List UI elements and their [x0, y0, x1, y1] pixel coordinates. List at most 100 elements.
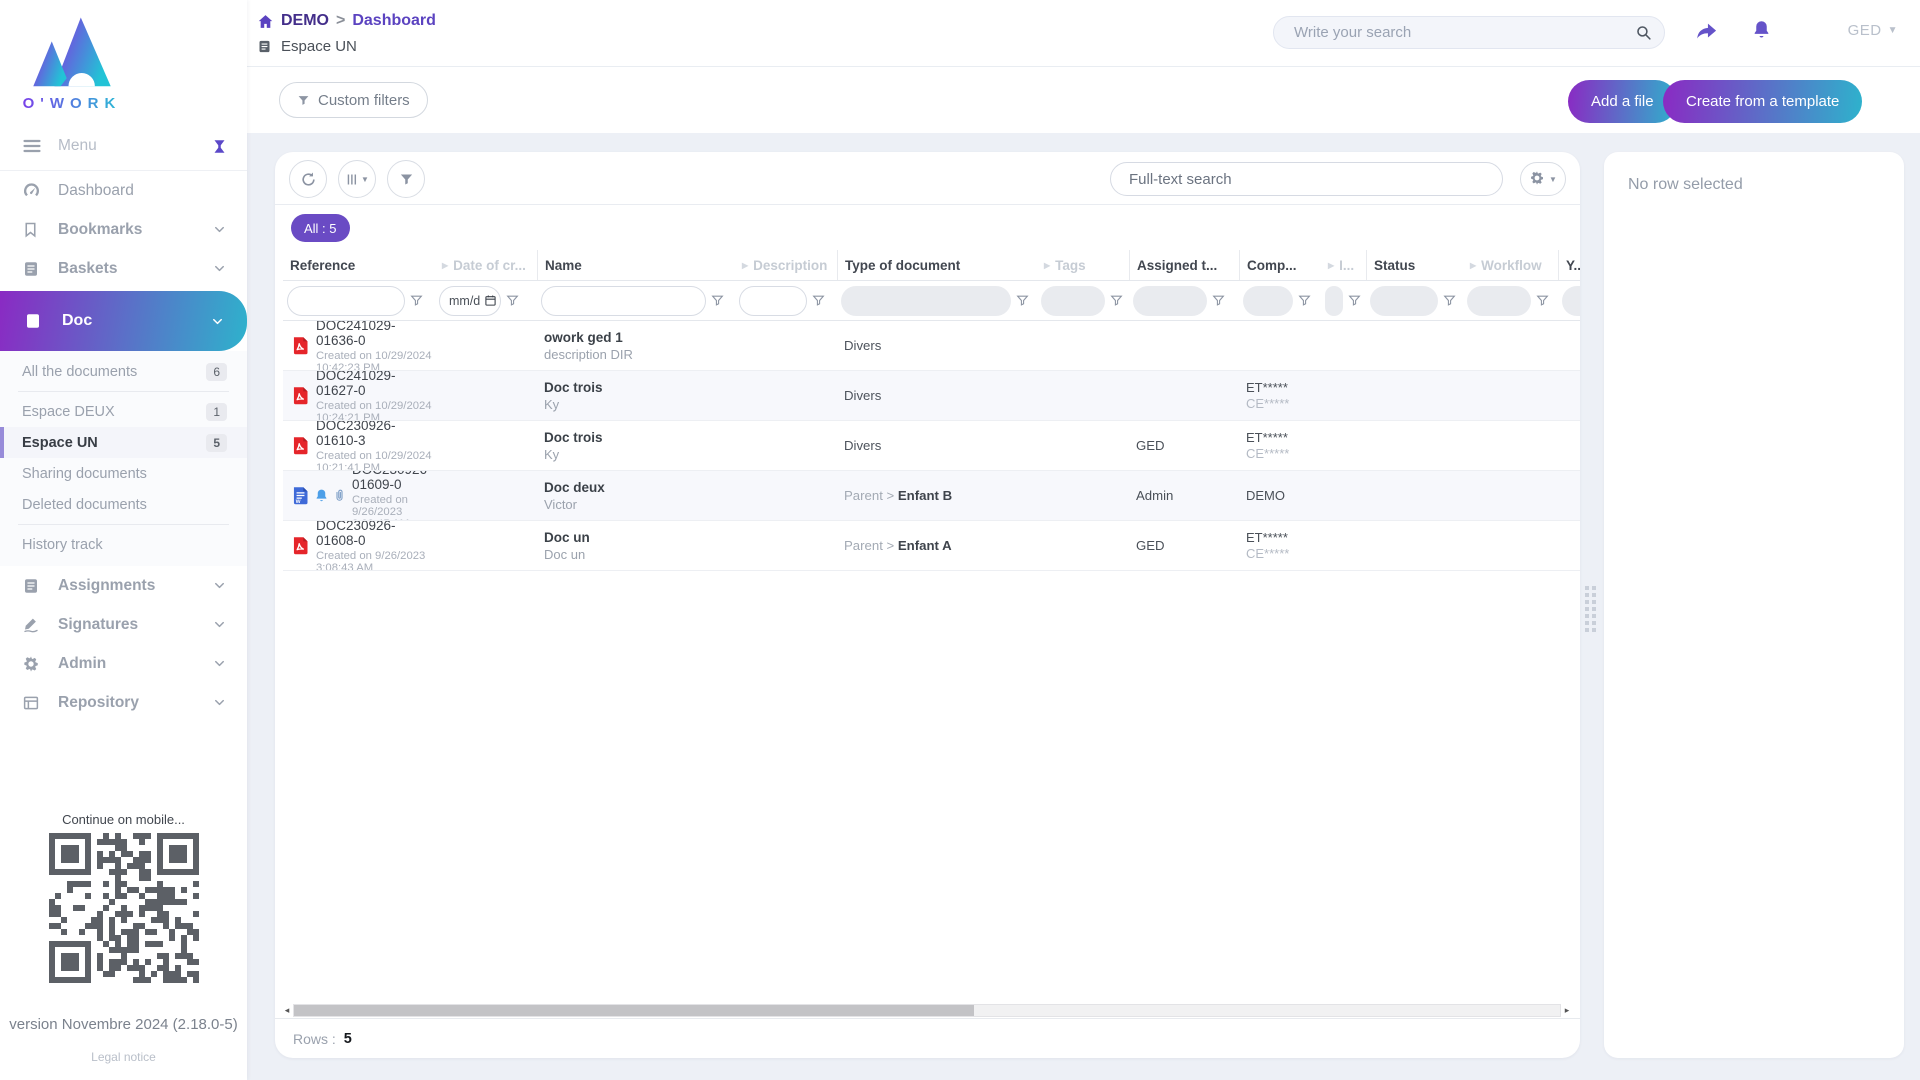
table-row[interactable]: DOC230926-01610-3Created on 10/29/2024 1…	[283, 421, 1580, 471]
expand-column-arrow-icon[interactable]: ▶	[442, 261, 448, 270]
assigned-to: Admin	[1136, 488, 1239, 503]
panel-resize-handle[interactable]	[1585, 586, 1596, 632]
column-header-date[interactable]: ▶Date of cr...	[435, 250, 537, 280]
filter-disabled-type	[841, 286, 1011, 316]
document-type: Parent > Enfant B	[844, 488, 1037, 503]
table-row[interactable]: wDOC230926-01609-0Created on 9/26/2023 3…	[283, 471, 1580, 521]
column-header-status[interactable]: Status	[1366, 250, 1463, 280]
all-filter-badge[interactable]: All : 5	[291, 214, 350, 242]
table-row[interactable]: DOC241029-01627-0Created on 10/29/2024 1…	[283, 371, 1580, 421]
global-search-input[interactable]	[1273, 16, 1665, 49]
column-header-workflow[interactable]: ▶Workflow	[1463, 250, 1558, 280]
custom-filters-button[interactable]: Custom filters	[279, 82, 428, 118]
column-header-y[interactable]: Y...	[1558, 250, 1580, 280]
filter-funnel-icon[interactable]	[1443, 294, 1456, 307]
document-type: Divers	[844, 388, 1037, 403]
scroll-left-arrow-icon[interactable]: ◂	[281, 1004, 293, 1017]
sidebar-subitem-sharing-documents[interactable]: Sharing documents	[0, 458, 247, 489]
count-badge: 5	[206, 434, 227, 452]
user-group-dropdown[interactable]: GED ▼	[1848, 22, 1898, 39]
filter-funnel-icon[interactable]	[1016, 294, 1029, 307]
sidebar-subitem-history-track[interactable]: History track	[0, 529, 247, 560]
filter-input-reference[interactable]	[287, 286, 405, 316]
document-type: Divers	[844, 338, 1037, 353]
breadcrumb-root[interactable]: DEMO	[281, 12, 329, 30]
filter-funnel-icon[interactable]	[711, 294, 724, 307]
create-from-template-button[interactable]: Create from a template	[1663, 80, 1862, 123]
filter-input-description[interactable]	[739, 286, 807, 316]
reference-text: DOC241029-01627-0	[316, 371, 435, 398]
pin-icon[interactable]	[212, 139, 227, 154]
app-logo[interactable]: O'WORK	[18, 14, 126, 112]
cell-date	[435, 471, 537, 520]
filter-funnel-icon[interactable]	[410, 294, 423, 307]
column-header-company[interactable]: Comp...	[1239, 250, 1321, 280]
add-file-button[interactable]: Add a file	[1568, 80, 1677, 123]
sidebar-item-dashboard[interactable]: Dashboard	[0, 171, 247, 210]
sidebar-subitem-deleted-documents[interactable]: Deleted documents	[0, 489, 247, 520]
filter-button[interactable]	[387, 160, 425, 198]
column-header-type[interactable]: Type of document	[837, 250, 1037, 280]
document-subtitle: Ky	[544, 397, 735, 412]
cell-i	[1321, 521, 1366, 570]
filter-funnel-icon[interactable]	[1212, 294, 1225, 307]
cell-y: I	[1558, 421, 1580, 470]
filter-funnel-icon[interactable]	[1298, 294, 1311, 307]
column-header-i[interactable]: ▶I...	[1321, 250, 1366, 280]
table-row[interactable]: DOC230926-01608-0Created on 9/26/2023 3:…	[283, 521, 1580, 571]
document-subtitle: Ky	[544, 447, 735, 462]
sidebar-subitem-espace-un[interactable]: Espace UN5	[0, 427, 247, 458]
filter-disabled-i	[1325, 286, 1343, 316]
column-header-reference[interactable]: Reference	[283, 250, 435, 280]
sidebar-item-bookmarks[interactable]: Bookmarks	[0, 210, 247, 249]
hamburger-icon[interactable]	[22, 136, 42, 156]
column-header-tags[interactable]: ▶ Tags	[1037, 250, 1129, 280]
sidebar-item-admin[interactable]: Admin	[0, 644, 247, 683]
sidebar-item-doc[interactable]: Doc	[0, 291, 247, 351]
expand-column-arrow-icon[interactable]: ▶	[1328, 261, 1334, 270]
table-settings-button[interactable]: ▼	[1520, 162, 1566, 196]
filter-date-input[interactable]: mm/d	[439, 286, 501, 316]
column-header-label: Tags	[1055, 258, 1086, 273]
filter-funnel-icon[interactable]	[506, 294, 519, 307]
legal-notice-link[interactable]: Legal notice	[0, 1050, 247, 1064]
refresh-button[interactable]	[289, 160, 327, 198]
scrollbar-track[interactable]	[293, 1004, 1561, 1017]
sidebar-subitem-espace-deux[interactable]: Espace DEUX1	[0, 396, 247, 427]
filter-funnel-icon[interactable]	[812, 294, 825, 307]
notifications-bell-icon[interactable]	[1751, 19, 1772, 45]
expand-column-arrow-icon[interactable]: ▶	[742, 261, 748, 270]
filter-funnel-icon[interactable]	[1536, 294, 1549, 307]
version-label: version Novembre 2024 (2.18.0-5)	[0, 1016, 247, 1033]
column-header-assigned[interactable]: Assigned t...	[1129, 250, 1239, 280]
scrollbar-thumb[interactable]	[294, 1005, 974, 1016]
search-icon[interactable]	[1635, 24, 1652, 46]
fulltext-search-input[interactable]	[1110, 162, 1503, 196]
filter-funnel-icon[interactable]	[1110, 294, 1123, 307]
column-header-description[interactable]: ▶Description	[735, 250, 837, 280]
scroll-right-arrow-icon[interactable]: ▸	[1561, 1004, 1573, 1017]
columns-button[interactable]: ▼	[338, 160, 376, 198]
cell-reference: DOC230926-01608-0Created on 9/26/2023 3:…	[283, 521, 435, 570]
table-row[interactable]: DOC241029-01636-0Created on 10/29/2024 1…	[283, 321, 1580, 371]
expand-column-arrow-icon[interactable]: ▶	[1470, 261, 1476, 270]
expand-column-arrow-icon[interactable]: ▶	[1044, 261, 1050, 270]
count-badge: 1	[206, 403, 227, 421]
calendar-icon	[484, 294, 497, 307]
cell-workflow	[1463, 421, 1558, 470]
filter-input-name[interactable]	[541, 286, 706, 316]
sidebar-subitem-all-the-documents[interactable]: All the documents6	[0, 356, 247, 387]
column-header-name[interactable]: Name	[537, 250, 735, 280]
sidebar-item-assignments[interactable]: Assignments	[0, 566, 247, 605]
sidebar-item-baskets[interactable]: Baskets	[0, 249, 247, 288]
logo-text: O'WORK	[18, 95, 126, 112]
share-icon[interactable]	[1695, 21, 1718, 49]
sidebar-item-repository[interactable]: Repository	[0, 683, 247, 722]
reference-text: DOC230926-01609-0	[352, 471, 435, 492]
sidebar-item-signatures[interactable]: Signatures	[0, 605, 247, 644]
breadcrumb-current[interactable]: Dashboard	[352, 12, 436, 30]
filter-funnel-icon[interactable]	[1348, 294, 1361, 307]
column-filter-y	[1558, 286, 1580, 316]
home-icon[interactable]	[257, 13, 274, 30]
menu-toggle[interactable]: Menu	[0, 136, 247, 171]
